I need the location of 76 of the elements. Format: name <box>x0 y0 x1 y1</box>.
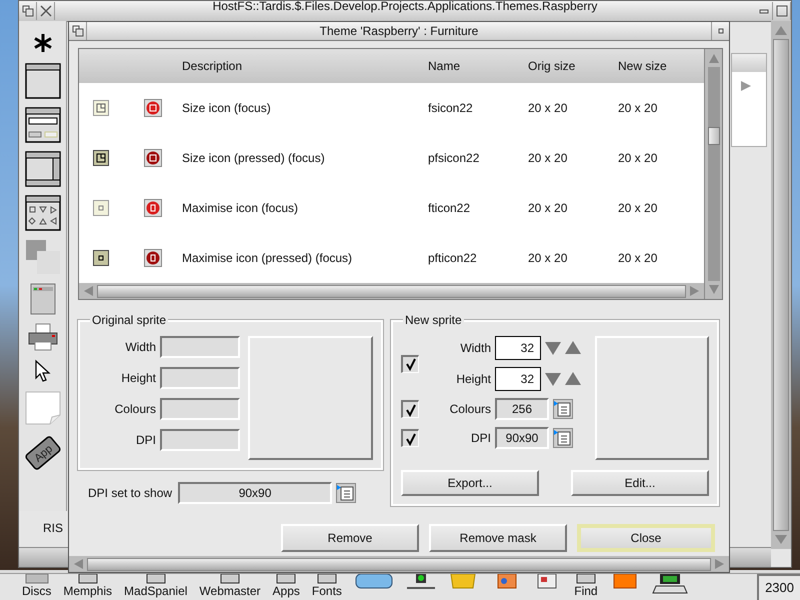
scroll-thumb[interactable] <box>708 127 720 145</box>
icon-label[interactable]: Find <box>574 584 598 598</box>
checkbox[interactable] <box>401 354 419 372</box>
decrement-arrow-icon[interactable] <box>545 372 561 386</box>
increment-arrow-icon[interactable] <box>565 372 581 386</box>
status-text: RIS <box>43 521 64 535</box>
table-cell-text: 20 x 20 <box>528 201 568 215</box>
action-button[interactable]: Export... <box>401 470 539 496</box>
field-label: Width <box>459 341 491 355</box>
table-cell-text: 20 x 20 <box>528 101 568 115</box>
window-title: Theme 'Raspberry' : Furniture <box>318 24 480 38</box>
network-icon[interactable] <box>406 574 436 590</box>
icon-label[interactable]: Apps <box>272 584 300 598</box>
field-label: Colours <box>114 402 156 416</box>
computer-icon[interactable] <box>652 574 688 594</box>
table-cell-text: 20 x 20 <box>618 251 658 265</box>
table-cell-text: Maximise icon (focus) <box>182 201 300 215</box>
printer-icon[interactable] <box>28 323 58 351</box>
icon-label[interactable]: Webmaster <box>199 584 261 598</box>
window-icon[interactable] <box>24 63 60 99</box>
panel-icon[interactable] <box>30 283 56 315</box>
field-label: Height <box>120 371 156 385</box>
column-header[interactable]: Description <box>182 59 428 73</box>
table-cell-text: 20 x 20 <box>618 151 658 165</box>
pointer-icon[interactable] <box>34 359 52 383</box>
table-cell-text: Size icon (pressed) (focus) <box>182 151 326 165</box>
dialog-icon[interactable] <box>24 107 60 143</box>
action-button[interactable]: Remove <box>281 524 419 552</box>
field-label: DPI <box>470 431 491 445</box>
table-cell-text: fsicon22 <box>428 101 474 115</box>
gadgets-icon[interactable] <box>24 195 60 231</box>
table-cell-text: 20 x 20 <box>618 201 658 215</box>
group-title: New sprite <box>403 313 464 327</box>
decrement-arrow-icon[interactable] <box>545 341 561 355</box>
window-title: HostFS::Tardis.$.Files.Develop.Projects.Applications.Themes.Raspberry <box>212 0 598 13</box>
checkbox[interactable] <box>401 400 419 418</box>
table-cell-text: pfsicon22 <box>428 151 480 165</box>
number-field[interactable]: 32 <box>495 336 541 360</box>
icon-label[interactable]: Discs <box>22 584 52 598</box>
drive-icon[interactable] <box>24 574 49 584</box>
scroll-window-icon[interactable] <box>24 151 60 187</box>
action-button[interactable]: Close <box>577 524 715 552</box>
table-cell-text: 20 x 20 <box>528 151 568 165</box>
menu-icon[interactable] <box>553 399 573 419</box>
column-header[interactable]: Orig size <box>528 59 618 73</box>
field-label: Height <box>455 372 491 386</box>
display-field: 90x90 <box>178 482 332 504</box>
column-header[interactable]: Name <box>428 59 528 73</box>
group-title: Original sprite <box>90 313 168 327</box>
triangle-icon[interactable] <box>740 80 752 92</box>
table-cell-text: Size icon (focus) <box>182 101 272 115</box>
field-label: DPI set to show <box>88 486 174 500</box>
field-label: Width <box>124 340 156 354</box>
menu-icon[interactable] <box>336 483 356 503</box>
table-cell-text: 20 x 20 <box>618 101 658 115</box>
table-cell-text: fticon22 <box>428 201 472 215</box>
table-cell-text: Maximise icon (pressed) (focus) <box>182 251 354 265</box>
increment-arrow-icon[interactable] <box>565 341 581 355</box>
table-cell-text: pfticon22 <box>428 251 478 265</box>
table-cell-text: 20 x 20 <box>528 251 568 265</box>
column-header[interactable]: New size <box>618 59 704 73</box>
icon-label[interactable]: Fonts <box>312 584 342 598</box>
icon-label[interactable]: MadSpaniel <box>124 584 188 598</box>
action-button[interactable]: Remove mask <box>429 524 567 552</box>
field-label: Colours <box>448 402 491 416</box>
action-button[interactable]: Edit... <box>571 470 709 496</box>
checkbox[interactable] <box>401 429 419 447</box>
number-field[interactable]: 32 <box>495 367 541 391</box>
vertical-scrollbar[interactable] <box>704 49 722 299</box>
menu-icon[interactable] <box>553 428 573 448</box>
display-field: 256 <box>495 398 549 420</box>
clock-display[interactable]: 2300 <box>757 574 800 600</box>
field-label: DPI <box>134 433 156 447</box>
icon-label[interactable]: Memphis <box>63 584 112 598</box>
list-header <box>732 54 766 72</box>
display-field: 90x90 <box>495 427 549 449</box>
